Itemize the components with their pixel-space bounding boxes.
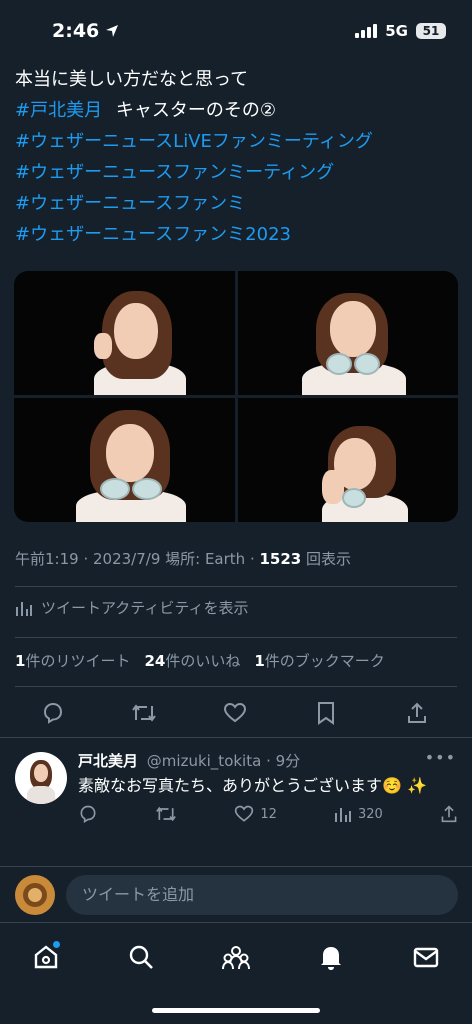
analytics-icon xyxy=(335,808,352,822)
bookmark-icon xyxy=(318,702,334,725)
tweet-body: 本当に美しい方だなと思って #戸北美月 キャスターのその② #ウェザーニュースL… xyxy=(15,64,455,250)
nav-messages[interactable] xyxy=(402,939,450,975)
status-bar: 2:46 5G 51 xyxy=(0,0,472,62)
reply-composer: ツイートを追加 xyxy=(0,866,472,922)
retweet-button[interactable] xyxy=(131,700,157,726)
tweet-activity-link[interactable]: ツイートアクティビティを表示 xyxy=(15,597,248,618)
nav-communities[interactable] xyxy=(212,939,260,975)
search-icon xyxy=(129,945,153,969)
tweet-photo[interactable] xyxy=(14,271,235,395)
tweet-stats: 1件のリツイート 24件のいいね 1件のブックマーク xyxy=(15,650,385,671)
divider xyxy=(15,586,457,587)
tweet-photo[interactable] xyxy=(237,398,458,522)
add-tweet-input[interactable]: ツイートを追加 xyxy=(66,875,458,915)
avatar[interactable] xyxy=(15,875,55,915)
hashtag-link[interactable]: #ウェザーニュースファンミーティング xyxy=(15,157,455,188)
avatar[interactable] xyxy=(15,752,67,804)
tweet-text-fragment: キャスターのその② xyxy=(115,100,276,121)
tweet-meta: 午前1:19 · 2023/7/9 場所: Earth · 1523 回表示 xyxy=(15,548,351,569)
status-indicators: 5G 51 xyxy=(355,22,446,40)
divider xyxy=(15,686,457,687)
signal-icon xyxy=(355,24,378,38)
reply-button[interactable] xyxy=(40,700,66,726)
network-label: 5G xyxy=(385,22,408,40)
analytics-icon xyxy=(16,601,32,616)
hashtag-link[interactable]: #ウェザーニュースファンミ xyxy=(15,188,455,219)
nav-home[interactable] xyxy=(22,939,70,975)
nav-search[interactable] xyxy=(117,939,165,975)
heart-icon xyxy=(235,805,254,822)
timestamp-location: 午前1:19 · 2023/7/9 場所: Earth · xyxy=(15,550,260,568)
hashtag-link[interactable]: #戸北美月 xyxy=(15,100,102,121)
battery-icon: 51 xyxy=(416,23,446,39)
communities-icon xyxy=(222,946,250,970)
status-time: 2:46 xyxy=(52,20,119,42)
views-label: 回表示 xyxy=(306,550,352,568)
reply-view-count: 320 xyxy=(358,806,383,822)
views-count: 1523 xyxy=(259,550,302,568)
more-options-icon[interactable]: ••• xyxy=(425,748,456,767)
notifications-icon xyxy=(321,947,341,970)
bookmarks-label: 件のブックマーク xyxy=(264,652,385,670)
divider xyxy=(15,637,457,638)
retweet-icon xyxy=(132,704,156,722)
home-indicator xyxy=(152,1008,320,1013)
nav-notifications[interactable] xyxy=(307,939,355,975)
hashtag-link[interactable]: #ウェザーニュースファンミ2023 xyxy=(15,219,455,250)
share-button[interactable] xyxy=(404,700,430,726)
comment-icon xyxy=(43,702,63,724)
share-icon xyxy=(408,702,426,723)
reply-like-count: 12 xyxy=(260,806,277,822)
bookmark-button[interactable] xyxy=(313,700,339,726)
likes-stat[interactable]: 24件のいいね xyxy=(144,650,240,671)
tweet-line: 本当に美しい方だなと思って xyxy=(15,69,249,90)
retweets-count: 1 xyxy=(15,652,26,670)
reply-reply-button[interactable] xyxy=(78,804,98,824)
reply-text: 素敵なお写真たち、ありがとうございます☺️ ✨ xyxy=(78,776,427,795)
tweet-photo[interactable] xyxy=(237,271,458,395)
likes-label: 件のいいね xyxy=(165,652,241,670)
heart-icon xyxy=(223,702,247,723)
reply-author-name[interactable]: 戸北美月 xyxy=(78,752,138,770)
reply-views-button[interactable]: 320 xyxy=(334,805,383,823)
clock-text: 2:46 xyxy=(52,20,100,42)
hashtag-link[interactable]: #ウェザーニュースLiVEファンミーティング xyxy=(15,126,455,157)
reply-like-button[interactable]: 12 xyxy=(234,804,277,824)
reply-action-bar: 12 320 xyxy=(78,804,458,824)
reply-header: 戸北美月 @mizuki_tokita · 9分 xyxy=(78,750,300,771)
reply-tweet[interactable]: 戸北美月 @mizuki_tokita · 9分 ••• 素敵なお写真たち、あり… xyxy=(0,738,472,864)
likes-count: 24 xyxy=(144,652,166,670)
messages-icon xyxy=(413,947,439,968)
tweet-photo[interactable] xyxy=(14,398,235,522)
like-button[interactable] xyxy=(222,700,248,726)
retweet-icon xyxy=(156,806,176,822)
reply-retweet-button[interactable] xyxy=(155,804,177,824)
location-arrow-icon xyxy=(106,25,119,37)
retweets-label: 件のリツイート xyxy=(25,652,131,670)
reply-author-handle[interactable]: @mizuki_tokita · 9分 xyxy=(147,752,300,770)
photo-grid xyxy=(14,271,458,522)
retweets-stat[interactable]: 1件のリツイート xyxy=(15,650,130,671)
bookmarks-count: 1 xyxy=(254,652,265,670)
tweet-action-bar xyxy=(40,698,430,728)
tweet-line: #戸北美月 キャスターのその② xyxy=(15,95,455,126)
reply-share-button[interactable] xyxy=(440,804,458,824)
notification-dot xyxy=(53,941,60,948)
share-icon xyxy=(441,805,457,823)
comment-icon xyxy=(80,805,96,824)
activity-label: ツイートアクティビティを表示 xyxy=(41,599,249,617)
bookmarks-stat[interactable]: 1件のブックマーク xyxy=(254,650,384,671)
